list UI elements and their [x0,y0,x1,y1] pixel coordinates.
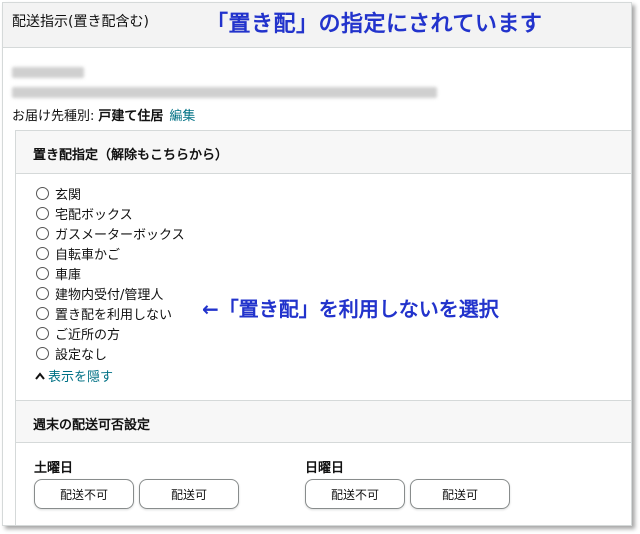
annotation-arrow: ←「置き配」を利用しないを選択 [202,297,499,321]
safe-place-option[interactable]: 置き配を利用しない [36,303,185,323]
weekend-heading: 週末の配送可否設定 [33,418,151,433]
panel-title: 配送指示(置き配含む) [12,14,149,30]
safe-place-option-label: ガスメーターボックス [55,227,185,243]
safe-place-heading: 置き配指定（解除もこちらから） [33,148,229,163]
delivery-instructions-panel: 配送指示(置き配含む) 「置き配」の指定にされています お届け先種別: 戸建て住居… [2,2,632,526]
safe-place-options: 玄関宅配ボックスガスメーターボックス 自転車かご車庫建物内受付/管理人 置き配を利用… [36,183,185,363]
safe-place-option-label: 宅配ボックス [55,207,133,223]
sunday-delivery-ok-button[interactable]: 配送可 [410,479,510,509]
safe-place-header: 置き配指定（解除もこちらから） [16,131,631,174]
radio-button[interactable] [36,226,49,240]
delivery-type-row: お届け先種別: 戸建て住居 編集 [12,105,195,124]
safe-place-option[interactable]: ご近所の方 [36,323,185,343]
radio-button[interactable] [36,246,49,260]
redacted-name [12,67,84,78]
radio-button[interactable] [36,186,49,200]
saturday-no-delivery-button[interactable]: 配送不可 [34,479,134,509]
radio-button[interactable] [36,346,49,360]
safe-place-option[interactable]: 自転車かご [36,243,185,263]
safe-place-option[interactable]: 玄関 [36,183,185,203]
safe-place-option-label: 自転車かご [55,247,121,263]
safe-place-option[interactable]: 車庫 [36,263,185,283]
radio-button[interactable] [36,286,49,300]
panel-header: 配送指示(置き配含む) 「置き配」の指定にされています [3,3,631,48]
radio-button[interactable] [36,206,49,220]
safe-place-option-label: 置き配を利用しない [55,307,173,323]
saturday-label: 土曜日 [34,461,74,476]
delivery-type-label: お届け先種別: [12,109,95,124]
redacted-address [12,87,437,98]
delivery-settings-section: 置き配指定（解除もこちらから） 玄関宅配ボックスガスメーターボックス 自転車かご車… [15,130,631,525]
safe-place-option-label: 車庫 [55,267,82,283]
radio-button[interactable] [36,306,49,320]
sunday-label: 日曜日 [305,461,345,476]
safe-place-option[interactable]: ガスメーターボックス [36,223,185,243]
safe-place-option-label: 玄関 [55,187,82,203]
weekend-header: 週末の配送可否設定 [16,400,631,443]
saturday-delivery-ok-button[interactable]: 配送可 [139,479,239,509]
radio-button[interactable] [36,326,49,340]
safe-place-option[interactable]: 宅配ボックス [36,203,185,223]
hide-options-link[interactable]: 表示を隠す [34,366,113,385]
hide-options-label: 表示を隠す [48,370,114,385]
chevron-up-icon [35,371,45,380]
safe-place-option[interactable]: 設定なし [36,343,185,363]
radio-button[interactable] [36,266,49,280]
sunday-no-delivery-button[interactable]: 配送不可 [305,479,405,509]
delivery-type-value: 戸建て住居 [98,109,164,124]
annotation-top: 「置き配」の指定にされています [206,12,543,37]
edit-delivery-type-link[interactable]: 編集 [169,109,195,124]
safe-place-option[interactable]: 建物内受付/管理人 [36,283,185,303]
safe-place-option-label: 設定なし [55,347,108,363]
safe-place-option-label: ご近所の方 [55,327,121,343]
safe-place-option-label: 建物内受付/管理人 [55,287,164,303]
